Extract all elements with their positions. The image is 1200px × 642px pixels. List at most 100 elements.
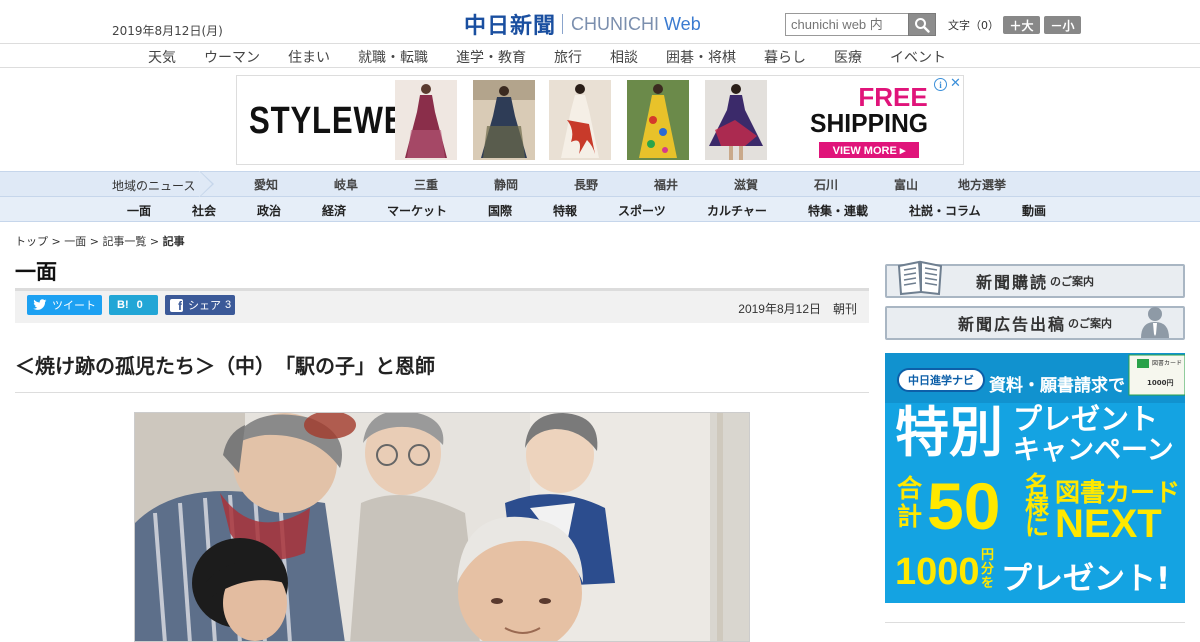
facebook-share-label: シェア: [188, 300, 221, 312]
facebook-share-count: 3: [225, 299, 232, 311]
search-button[interactable]: [908, 13, 936, 36]
section-society[interactable]: 社会: [192, 202, 216, 219]
breadcrumb: トップ > 一面 > 記事一覧 > 記事: [15, 233, 185, 249]
site-search: [785, 13, 936, 36]
promo-amount: 1000: [895, 551, 980, 593]
search-icon: [915, 17, 930, 33]
category-nav: 天気 ウーマン 住まい 就職・転職 進学・教育 旅行 相談 囲碁・将棋 暮らし …: [0, 43, 1200, 68]
header-date: 2019年8月12日(月): [112, 24, 223, 38]
region-shiga[interactable]: 滋賀: [734, 176, 758, 193]
breadcrumb-list[interactable]: 記事一覧: [102, 235, 146, 248]
category-medical[interactable]: 医療: [834, 47, 862, 67]
region-gifu[interactable]: 岐阜: [334, 176, 358, 193]
subscribe-guide-title: 新聞購読: [975, 273, 1048, 292]
hatena-count: 0: [136, 299, 143, 311]
category-woman[interactable]: ウーマン: [204, 47, 260, 67]
top-bar: 2019年8月12日(月) 中日新聞 CHUNICHI Web 文字（0） ＋大…: [0, 0, 1200, 43]
article-photo[interactable]: [134, 412, 750, 642]
promo-card-label: 図書カード NEXT: [1152, 360, 1183, 367]
ad-dress-image: [395, 80, 457, 160]
promo-number: 50: [927, 469, 1001, 543]
section-politics[interactable]: 政治: [257, 202, 281, 219]
category-jobs[interactable]: 就職・転職: [358, 47, 428, 67]
section-special-report[interactable]: 特報: [553, 202, 577, 219]
hatena-bookmark-icon: B!: [117, 299, 129, 311]
section-economy[interactable]: 経済: [322, 202, 346, 219]
promo-special: 特別: [895, 401, 1003, 464]
promo-yen: 円分を: [981, 548, 995, 591]
region-toyama[interactable]: 富山: [894, 176, 918, 193]
breadcrumb-separator: >: [86, 235, 103, 248]
font-size-label: 文字（0）: [948, 19, 999, 32]
region-shizuoka[interactable]: 静岡: [494, 176, 518, 193]
category-events[interactable]: イベント: [890, 47, 946, 67]
ad-dress-image: [549, 80, 611, 160]
category-weather[interactable]: 天気: [148, 47, 176, 67]
section-features[interactable]: 特集・連載: [808, 202, 868, 219]
breadcrumb-top[interactable]: トップ: [15, 235, 48, 248]
promo-present-final: プレゼント!: [1001, 561, 1171, 597]
logo-japanese: 中日新聞: [464, 13, 557, 39]
logo-web: Web: [664, 13, 701, 34]
section-culture[interactable]: カルチャー: [707, 202, 767, 219]
ad-headline-shipping: SHIPPING: [809, 108, 929, 138]
ad-dress-image: [705, 80, 767, 160]
facebook-icon: f: [170, 298, 183, 312]
region-nagano[interactable]: 長野: [574, 176, 598, 193]
category-living[interactable]: 暮らし: [764, 47, 806, 67]
subscribe-guide-button[interactable]: 新聞購読 のご案内: [885, 260, 1185, 298]
sidebar-divider: [885, 622, 1185, 623]
subscribe-guide-subtitle: のご案内: [1050, 275, 1094, 288]
advertise-guide-subtitle: のご案内: [1068, 317, 1112, 330]
search-input[interactable]: [785, 13, 908, 36]
logo-english: CHUNICHI: [571, 13, 660, 34]
ad-banner[interactable]: STYLEWE FREE SHIPPING VIEW MORE ▸ i ✕: [236, 75, 964, 165]
breadcrumb-section[interactable]: 一面: [64, 235, 86, 248]
advertise-guide-button[interactable]: 新聞広告出稿 のご案内: [885, 306, 1185, 340]
ad-close-icon[interactable]: ✕: [950, 76, 961, 91]
font-larger-button[interactable]: ＋大: [1003, 16, 1040, 34]
share-bar: ツイート B! 0 f シェア 3 2019年8月12日 朝刊: [15, 288, 869, 323]
section-video[interactable]: 動画: [1022, 202, 1046, 219]
section-sports[interactable]: スポーツ: [618, 202, 666, 219]
article-photo-image: [135, 413, 749, 641]
tweet-button[interactable]: ツイート: [27, 295, 102, 315]
logo-divider: [562, 14, 564, 34]
region-ishikawa[interactable]: 石川: [814, 176, 838, 193]
region-aichi[interactable]: 愛知: [254, 176, 278, 193]
ad-view-more-button[interactable]: VIEW MORE ▸: [819, 142, 919, 158]
ad-brand: STYLEWE: [249, 100, 406, 142]
font-smaller-button[interactable]: －小: [1044, 16, 1081, 34]
promo-top-text: 資料・願書請求で: [989, 376, 1125, 396]
region-mie[interactable]: 三重: [414, 176, 438, 193]
region-nav-arrow-inner: [199, 171, 212, 197]
promo-persons: 名様に: [1025, 471, 1049, 541]
facebook-share-button[interactable]: f シェア 3: [165, 295, 235, 315]
breadcrumb-separator: >: [48, 235, 65, 248]
region-nav: 地域のニュース 愛知 岐阜 三重 静岡 長野 福井 滋賀 石川 富山 地方選挙: [0, 171, 1200, 197]
advertise-guide-title: 新聞広告出稿: [957, 315, 1066, 334]
ad-dress-image: [627, 80, 689, 160]
site-logo[interactable]: 中日新聞 CHUNICHI Web: [464, 8, 701, 40]
promo-present: プレゼント: [1013, 402, 1159, 436]
category-travel[interactable]: 旅行: [554, 47, 582, 67]
category-consult[interactable]: 相談: [610, 47, 638, 67]
businessman-icon: [1141, 307, 1169, 338]
section-international[interactable]: 国際: [488, 202, 512, 219]
ad-info-icon[interactable]: i: [934, 78, 947, 91]
section-nav: 一面 社会 政治 経済 マーケット 国際 特報 スポーツ カルチャー 特集・連載…: [0, 197, 1200, 222]
promo-site-name: 中日進学ナビ: [897, 368, 985, 392]
category-go-shogi[interactable]: 囲碁・将棋: [666, 47, 736, 67]
region-fukui[interactable]: 福井: [654, 176, 678, 193]
education-promo-ad[interactable]: 中日進学ナビ 資料・願書請求で 図書カード NEXT 1000円 特別 プレゼン…: [885, 353, 1185, 603]
category-education[interactable]: 進学・教育: [456, 47, 526, 67]
promo-prize-next: NEXT: [1055, 502, 1162, 546]
font-size-control: 文字（0） ＋大 －小: [948, 16, 1081, 34]
section-market[interactable]: マーケット: [387, 202, 447, 219]
region-local-election[interactable]: 地方選挙: [958, 176, 1006, 193]
category-housing[interactable]: 住まい: [288, 47, 330, 67]
section-front-page[interactable]: 一面: [127, 202, 151, 219]
hatena-bookmark-button[interactable]: B! 0: [109, 295, 158, 315]
section-editorial[interactable]: 社説・コラム: [909, 202, 981, 219]
article-headline: ＜焼け跡の孤児たち＞（中） 「駅の子」と恩師: [15, 350, 869, 393]
